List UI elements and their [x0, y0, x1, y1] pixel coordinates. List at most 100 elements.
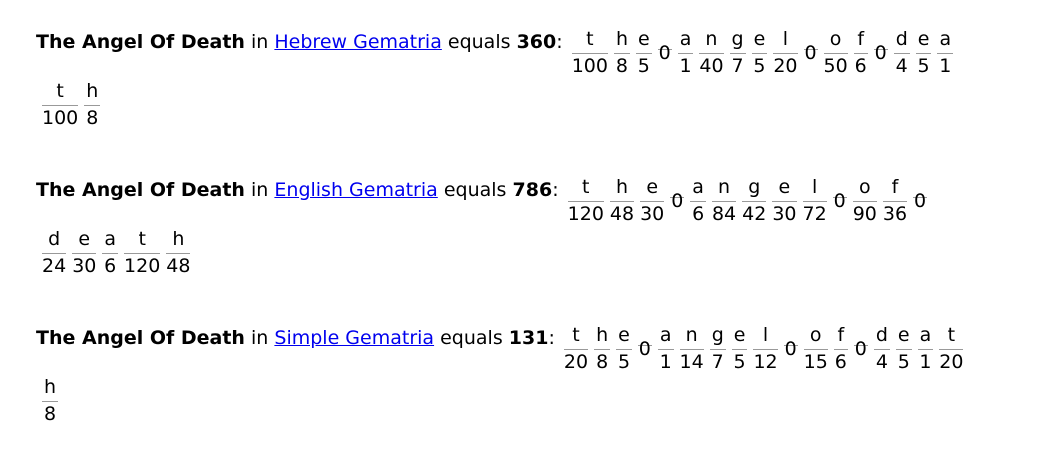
- letter-char: t: [42, 82, 79, 106]
- letter-char: n: [711, 178, 737, 202]
- letter-char: h: [42, 378, 59, 402]
- letter-cell: a6: [102, 230, 119, 277]
- letter-char: g: [709, 326, 726, 350]
- letter-value: 40: [699, 55, 724, 77]
- letter-char: d: [42, 230, 67, 254]
- letter-space: 0: [657, 30, 672, 63]
- letter-space: 0: [637, 326, 652, 360]
- letter-value: 5: [733, 351, 746, 373]
- letter-cell: f6: [853, 30, 868, 76]
- letter-cell: e 30: [640, 178, 665, 225]
- letter-char: t: [571, 30, 608, 54]
- letter-cell: e5: [915, 30, 932, 76]
- letter-cell: o 90: [852, 178, 877, 225]
- letter-value: 30: [640, 203, 665, 225]
- letter-char: a: [690, 178, 706, 202]
- letter-value: 8: [615, 55, 629, 77]
- colon-text: :: [552, 179, 559, 201]
- letter-value: 120: [567, 203, 604, 225]
- letter-value: 20: [773, 55, 798, 77]
- letter-space: 0: [783, 326, 798, 359]
- letter-char: g: [729, 30, 746, 54]
- letter-breakdown: t 100 h 8 e 5 0 a 1 n 40 g 7 e 5 l 20 0 o 50 f 6 0 d 4 e 5 a 1: [569, 30, 956, 76]
- letter-char: h: [166, 230, 191, 254]
- letter-value: 90: [852, 203, 877, 225]
- letter-char: e: [915, 30, 932, 54]
- letter-value: 0: [833, 190, 846, 212]
- letter-value: 30: [772, 203, 797, 225]
- letter-char: d: [873, 326, 890, 350]
- letter-cell: e 30: [772, 178, 797, 225]
- cipher-link-hebrew[interactable]: Hebrew Gematria: [274, 31, 441, 53]
- letter-char: a: [102, 230, 119, 254]
- total-value: 360: [516, 31, 557, 53]
- letter-value: 5: [617, 351, 631, 373]
- letter-cell: d 24: [42, 230, 67, 277]
- letter-value: 4: [895, 55, 908, 77]
- letter-space: 0: [803, 30, 818, 63]
- letter-cell: a1: [917, 326, 934, 373]
- letter-cell: t 120: [124, 230, 161, 276]
- in-text: in: [251, 31, 269, 53]
- letter-space: 0: [832, 178, 847, 212]
- letter-cell: l 12: [753, 326, 778, 373]
- letter-value: 30: [72, 255, 97, 277]
- letter-cell: g7: [709, 326, 726, 372]
- letter-char: l: [773, 30, 798, 54]
- equals-text: equals: [447, 31, 511, 53]
- letter-value: 20: [563, 351, 589, 373]
- letter-char: l: [753, 326, 778, 350]
- letter-char: n: [699, 30, 724, 54]
- letter-value: 20: [939, 351, 964, 373]
- letter-char: d: [893, 30, 910, 54]
- phrase-text: The Angel Of Death: [36, 31, 245, 53]
- in-text: in: [251, 179, 269, 201]
- letter-cell: n 84: [711, 178, 737, 225]
- letter-value: 84: [711, 203, 737, 225]
- letter-char: g: [742, 178, 767, 202]
- letter-cell: h 48: [609, 178, 635, 225]
- letter-value: 48: [166, 255, 191, 277]
- letter-char: a: [937, 30, 954, 54]
- letter-char: h: [609, 178, 635, 202]
- letter-char: t: [939, 326, 964, 350]
- letter-cell: e5: [895, 326, 912, 373]
- letter-value: 1: [919, 351, 932, 373]
- letter-value: 8: [86, 107, 99, 129]
- letter-cell: t 100: [571, 30, 608, 76]
- cipher-link-english[interactable]: English Gematria: [274, 179, 437, 201]
- letter-value: 48: [609, 203, 635, 225]
- letter-breakdown: t 20 h 8 e 5 0 a 1 n 14 g 7 e 5 l 12 0 o 15 f 6 0 d 4 e 5 a 1 t 20: [561, 326, 967, 372]
- letter-value: 5: [897, 351, 910, 373]
- phrase-text: The Angel Of Death: [36, 179, 245, 201]
- letter-value: 6: [104, 255, 117, 277]
- letter-value: 1: [939, 55, 952, 77]
- letter-char: a: [657, 326, 674, 350]
- cipher-link-simple[interactable]: Simple Gematria: [274, 327, 434, 349]
- letter-value: 8: [43, 403, 57, 425]
- letter-space: 0: [853, 326, 868, 359]
- letter-value: 5: [637, 55, 650, 77]
- letter-space: 0: [873, 30, 888, 63]
- letter-value: 0: [914, 190, 927, 212]
- letter-value: 0: [638, 338, 651, 360]
- letter-value: 24: [42, 255, 67, 277]
- letter-value: 12: [753, 351, 778, 373]
- letter-cell: n 40: [699, 30, 724, 77]
- letter-char: e: [72, 230, 97, 254]
- letter-value: 100: [42, 107, 79, 129]
- letter-char: e: [895, 326, 912, 350]
- letter-cell: l 20: [773, 30, 798, 77]
- letter-char: h: [613, 30, 630, 54]
- letter-cell: f6: [833, 326, 848, 372]
- total-value: 131: [508, 327, 549, 349]
- letter-char: a: [917, 326, 934, 350]
- letter-cell: t 20: [563, 326, 589, 373]
- letter-char: n: [679, 326, 704, 350]
- letter-cell: h8: [84, 82, 101, 129]
- letter-value: 6: [692, 203, 705, 225]
- letter-cell: o 15: [803, 326, 828, 372]
- letter-value: 1: [679, 55, 692, 77]
- letter-cell: e 30: [72, 230, 97, 277]
- in-text: in: [251, 327, 269, 349]
